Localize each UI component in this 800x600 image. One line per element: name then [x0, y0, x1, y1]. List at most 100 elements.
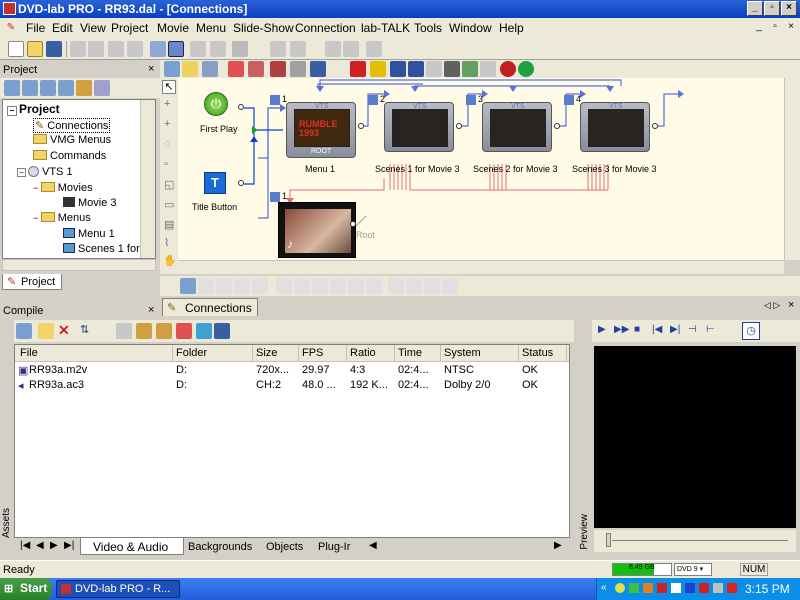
- box-2-icon[interactable]: [294, 278, 310, 294]
- arrange-2-icon[interactable]: [406, 278, 422, 294]
- assets-side-tab[interactable]: Assets: [0, 318, 14, 558]
- canvas-hscrollbar[interactable]: [178, 260, 784, 274]
- menu-view[interactable]: View: [80, 21, 106, 35]
- pal-icon[interactable]: [290, 41, 306, 57]
- layout-icon[interactable]: [164, 61, 180, 77]
- col-header-status[interactable]: Status: [519, 345, 567, 361]
- clock-icon[interactable]: ◷: [742, 322, 760, 340]
- menu-tools[interactable]: Tools: [414, 21, 442, 35]
- delete-link-icon[interactable]: [350, 61, 366, 77]
- col-header-time[interactable]: Time: [395, 345, 441, 361]
- tab-plugins[interactable]: Plug-Ir: [318, 541, 350, 553]
- open-folder-icon[interactable]: [38, 323, 54, 339]
- tray-icon[interactable]: [629, 583, 639, 593]
- maximize-button[interactable]: ▫: [764, 1, 780, 16]
- col-header-ratio[interactable]: Ratio: [347, 345, 395, 361]
- mark-icon[interactable]: [370, 61, 386, 77]
- tree-item-connections[interactable]: ✎ Connections: [33, 118, 111, 133]
- tree-item-menus[interactable]: − Menus: [33, 212, 91, 224]
- add-vts-icon[interactable]: [58, 80, 74, 96]
- stop-icon[interactable]: ■: [634, 324, 640, 335]
- close-icon[interactable]: ×: [788, 299, 794, 311]
- title-button-icon[interactable]: T: [204, 172, 226, 194]
- start-button[interactable]: ⊞ Start: [0, 578, 52, 600]
- tray-icon[interactable]: [615, 583, 625, 593]
- undo-icon[interactable]: [108, 41, 124, 57]
- arrange-1-icon[interactable]: [388, 278, 404, 294]
- color-filter-icon[interactable]: [176, 323, 192, 339]
- add-movie-icon[interactable]: [4, 80, 20, 96]
- film-strip-icon[interactable]: [444, 61, 460, 77]
- menu-file[interactable]: File: [26, 21, 45, 35]
- title-button-pin[interactable]: [238, 180, 244, 186]
- distribute-icon[interactable]: [408, 61, 424, 77]
- layout-2-icon[interactable]: [198, 278, 214, 294]
- link-icon[interactable]: [228, 61, 244, 77]
- mdi-restore-icon[interactable]: ▫: [768, 20, 782, 34]
- menu-edit[interactable]: Edit: [52, 21, 73, 35]
- close-icon[interactable]: ×: [148, 304, 154, 316]
- col-header-file[interactable]: File: [17, 345, 173, 361]
- power-icon[interactable]: ⏻: [204, 92, 228, 116]
- box-4-icon[interactable]: [330, 278, 346, 294]
- tab-nav-last-icon[interactable]: ▶|: [64, 540, 74, 551]
- connections-canvas[interactable]: ⏻ First Play T Title Button 1 VTS RUMBLE…: [178, 78, 784, 260]
- globe-icon[interactable]: [518, 61, 534, 77]
- node-pin[interactable]: [456, 123, 462, 129]
- align-icon[interactable]: [390, 61, 406, 77]
- preview-side-tab[interactable]: Preview: [578, 318, 592, 558]
- node-pin[interactable]: [554, 123, 560, 129]
- doc-icon[interactable]: ✎: [4, 21, 18, 35]
- node-pin[interactable]: [652, 123, 658, 129]
- tab-objects[interactable]: Objects: [266, 541, 303, 553]
- zoom-in-icon[interactable]: [325, 41, 341, 57]
- col-header-folder[interactable]: Folder: [173, 345, 253, 361]
- mark-out-icon[interactable]: ⊢: [706, 324, 715, 335]
- tray-icon[interactable]: [727, 583, 737, 593]
- close-icon[interactable]: ×: [148, 63, 154, 75]
- menu-node-2[interactable]: VTS: [384, 102, 454, 152]
- query-icon[interactable]: [480, 61, 496, 77]
- tab-nav-icon[interactable]: ◁ ▷: [764, 300, 780, 311]
- first-play-pin[interactable]: [238, 104, 244, 110]
- tree-hscrollbar[interactable]: [2, 259, 156, 271]
- image-filter-icon[interactable]: [196, 323, 212, 339]
- help-icon[interactable]: [366, 41, 382, 57]
- tree-item-project[interactable]: − Project: [7, 102, 60, 116]
- node-pin[interactable]: [358, 123, 364, 129]
- fast-forward-icon[interactable]: ▶▶: [614, 324, 629, 335]
- tree-item-movie-3[interactable]: Movie 3: [63, 197, 117, 209]
- properties-icon[interactable]: [94, 80, 110, 96]
- dvd-icon[interactable]: [270, 41, 286, 57]
- layout-1-icon[interactable]: [180, 278, 196, 294]
- tree-item-vmg-menus[interactable]: VMG Menus: [33, 134, 111, 146]
- tray-expand-icon[interactable]: «: [601, 582, 607, 593]
- box-5-icon[interactable]: [348, 278, 364, 294]
- tray-icon[interactable]: [685, 583, 695, 593]
- add-slideshow-icon[interactable]: [40, 80, 56, 96]
- tree-item-scenes-1[interactable]: Scenes 1 for: [63, 243, 140, 255]
- col-header-fps[interactable]: FPS: [299, 345, 347, 361]
- link-tool2-icon[interactable]: +: [164, 118, 170, 130]
- movie-node[interactable]: ♪: [278, 202, 356, 258]
- minimize-button[interactable]: _: [747, 1, 763, 16]
- menu-node-1[interactable]: VTS RUMBLE 1993 ROOT: [286, 102, 356, 158]
- arrange-4-icon[interactable]: [442, 278, 458, 294]
- mdi-close-icon[interactable]: ×: [784, 20, 798, 34]
- tree-item-movies[interactable]: − Movies: [33, 182, 93, 194]
- canvas-vscrollbar[interactable]: [784, 78, 800, 260]
- audio-filter-icon[interactable]: [136, 323, 152, 339]
- tab-project[interactable]: ✎ Project: [2, 274, 62, 290]
- slider-thumb[interactable]: [606, 533, 611, 547]
- play-icon[interactable]: [190, 41, 206, 57]
- link2-icon[interactable]: [248, 61, 264, 77]
- add-menu-icon[interactable]: [22, 80, 38, 96]
- save-icon[interactable]: [46, 41, 62, 57]
- volume-icon[interactable]: [713, 583, 723, 593]
- layers-icon[interactable]: [310, 61, 326, 77]
- tree-vscrollbar[interactable]: [140, 100, 155, 258]
- paste-icon[interactable]: [88, 41, 104, 57]
- node-tool-icon[interactable]: ◌: [164, 138, 171, 150]
- record-icon[interactable]: [500, 61, 516, 77]
- node-pin[interactable]: [350, 221, 356, 227]
